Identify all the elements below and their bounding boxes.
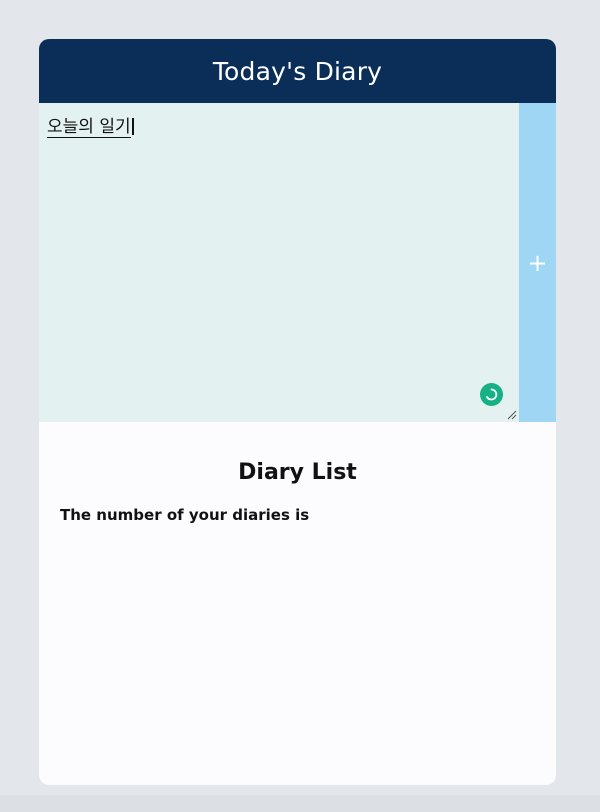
add-diary-button[interactable]: + bbox=[519, 103, 556, 422]
diary-list-title: Diary List bbox=[238, 460, 357, 485]
diary-count-text: The number of your diaries is bbox=[60, 506, 310, 524]
text-caret bbox=[131, 118, 134, 135]
editor-row: 오늘의 일기 + bbox=[39, 103, 556, 422]
plus-icon: + bbox=[527, 248, 548, 277]
diary-card: Today's Diary 오늘의 일기 + Diary List The nu… bbox=[39, 39, 556, 785]
app-title: Today's Diary bbox=[212, 56, 383, 86]
resize-grip-icon[interactable] bbox=[507, 410, 517, 420]
app-header: Today's Diary bbox=[39, 39, 556, 103]
diary-text-value: 오늘의 일기 bbox=[47, 117, 131, 138]
diary-list-section: Diary List The number of your diaries is bbox=[39, 460, 556, 524]
page-bottom-shade bbox=[0, 795, 600, 812]
diary-textarea[interactable]: 오늘의 일기 bbox=[39, 103, 519, 422]
spinner-icon-glyph bbox=[486, 388, 498, 401]
spinner-icon[interactable] bbox=[480, 383, 503, 406]
